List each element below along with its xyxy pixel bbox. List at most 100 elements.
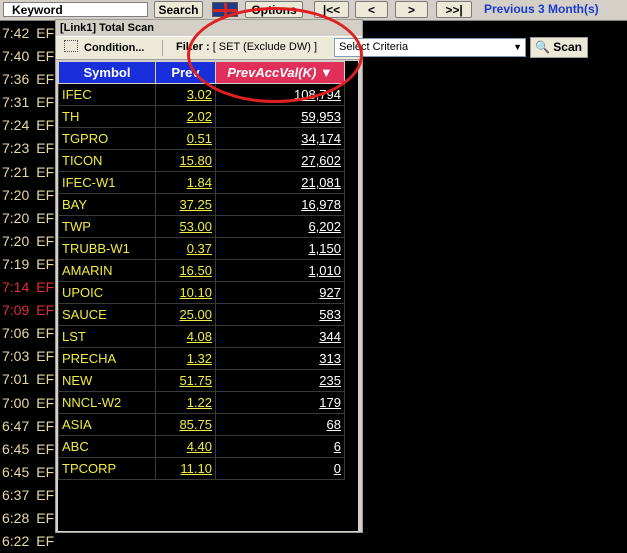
keyword-input[interactable]: Keyword [3, 2, 148, 17]
ticker-item[interactable]: 7:03 EF [0, 345, 60, 368]
table-row[interactable]: ASIA 85.75 68 [58, 413, 345, 436]
symbol-cell[interactable]: ASIA [58, 413, 156, 436]
symbol-cell[interactable]: PRECHA [58, 347, 156, 370]
ticker-item[interactable]: 7:06 EF [0, 322, 60, 345]
chevron-down-icon[interactable]: ▼ [513, 39, 522, 56]
table-row[interactable]: NEW 51.75 235 [58, 369, 345, 392]
symbol-cell[interactable]: IFEC [58, 83, 156, 106]
table-row[interactable]: BAY 37.25 16,978 [58, 193, 345, 216]
ticker-item[interactable]: 7:00 EF [0, 392, 60, 415]
symbol-cell[interactable]: BAY [58, 193, 156, 216]
table-row[interactable]: SAUCE 25.00 583 [58, 303, 345, 326]
table-row[interactable]: TICON 15.80 27,602 [58, 149, 345, 172]
range-link[interactable]: Previous 3 Month(s) [484, 2, 599, 16]
table-row[interactable]: UPOIC 10.10 927 [58, 281, 345, 304]
uk-flag-icon[interactable] [212, 2, 238, 17]
ticker-code: EF [36, 440, 55, 457]
prev-page-button[interactable]: < [355, 1, 388, 18]
top-toolbar: Keyword Search Options |<< < > >>| Previ… [0, 0, 627, 21]
ticker-code: EF [36, 48, 55, 65]
symbol-cell[interactable]: SAUCE [58, 303, 156, 326]
ticker-time: 6:28 [2, 509, 30, 526]
ticker-item[interactable]: 7:14 EF [0, 276, 60, 299]
condition-button[interactable]: Condition... [64, 40, 144, 54]
symbol-cell[interactable]: TICON [58, 149, 156, 172]
symbol-cell[interactable]: TRUBB-W1 [58, 237, 156, 260]
options-button[interactable]: Options [245, 1, 303, 18]
ticker-item[interactable]: 6:45 EF [0, 461, 60, 484]
table-row[interactable]: IFEC-W1 1.84 21,081 [58, 171, 345, 194]
table-row[interactable]: TGPRO 0.51 34,174 [58, 127, 345, 150]
ticker-item[interactable]: 6:22 EF [0, 530, 60, 553]
symbol-cell[interactable]: UPOIC [58, 281, 156, 304]
ticker-time: 7:23 [2, 140, 30, 157]
ticker-item[interactable]: 7:36 EF [0, 68, 60, 91]
prev-cell: 1.32 [155, 347, 216, 370]
table-row[interactable]: NNCL-W2 1.22 179 [58, 391, 345, 414]
table-row[interactable]: AMARIN 16.50 1,010 [58, 259, 345, 282]
table-row[interactable]: TH 2.02 59,953 [58, 105, 345, 128]
symbol-cell[interactable]: TPCORP [58, 457, 156, 480]
first-page-button[interactable]: |<< [314, 1, 349, 18]
ticker-item[interactable]: 6:47 EF [0, 415, 60, 438]
ticker-item[interactable]: 7:23 EF [0, 137, 60, 160]
symbol-cell[interactable]: ABC [58, 435, 156, 458]
scan-button[interactable]: 🔍 Scan [530, 37, 588, 58]
ticker-item[interactable]: 7:01 EF [0, 368, 60, 391]
symbol-cell[interactable]: NNCL-W2 [58, 391, 156, 414]
ticker-item[interactable]: 7:20 EF [0, 230, 60, 253]
last-page-button[interactable]: >>| [436, 1, 472, 18]
prevaccval-cell: 1,150 [215, 237, 345, 260]
ticker-code: EF [36, 140, 55, 157]
ticker-time: 7:09 [2, 302, 30, 319]
table-row[interactable]: PRECHA 1.32 313 [58, 347, 345, 370]
table-row[interactable]: ABC 4.40 6 [58, 435, 345, 458]
ticker-item[interactable]: 7:24 EF [0, 114, 60, 137]
symbol-cell[interactable]: IFEC-W1 [58, 171, 156, 194]
ticker-code: EF [36, 533, 55, 550]
ticker-item[interactable]: 7:40 EF [0, 45, 60, 68]
ticker-item[interactable]: 7:20 EF [0, 184, 60, 207]
next-page-button[interactable]: > [395, 1, 428, 18]
condition-icon [64, 40, 78, 52]
ticker-item[interactable]: 7:09 EF [0, 299, 60, 322]
prevaccval-cell: 313 [215, 347, 345, 370]
symbol-cell[interactable]: LST [58, 325, 156, 348]
table-row[interactable]: IFEC 3.02 108,794 [58, 83, 345, 106]
column-header-prevaccval[interactable]: PrevAccVal(K) ▼ [215, 61, 345, 84]
prevaccval-cell: 344 [215, 325, 345, 348]
column-header-prev[interactable]: Prev [155, 61, 216, 84]
ticker-code: EF [36, 302, 55, 319]
ticker-time: 7:03 [2, 348, 30, 365]
symbol-cell[interactable]: TH [58, 105, 156, 128]
ticker-item[interactable]: 7:21 EF [0, 161, 60, 184]
ticker-time: 6:22 [2, 533, 30, 550]
prevaccval-cell: 68 [215, 413, 345, 436]
prev-cell: 4.08 [155, 325, 216, 348]
prev-cell: 25.00 [155, 303, 216, 326]
table-row[interactable]: TRUBB-W1 0.37 1,150 [58, 237, 345, 260]
column-header-symbol[interactable]: Symbol [58, 61, 156, 84]
symbol-cell[interactable]: TWP [58, 215, 156, 238]
search-button[interactable]: Search [154, 1, 203, 18]
ticker-item[interactable]: 6:28 EF [0, 507, 60, 530]
symbol-cell[interactable]: AMARIN [58, 259, 156, 282]
symbol-cell[interactable]: NEW [58, 369, 156, 392]
criteria-select[interactable]: Select Criteria ▼ [334, 38, 526, 57]
ticker-item[interactable]: 6:45 EF [0, 438, 60, 461]
ticker-code: EF [36, 94, 55, 111]
prev-cell: 15.80 [155, 149, 216, 172]
prev-cell: 16.50 [155, 259, 216, 282]
table-row[interactable]: TPCORP 11.10 0 [58, 457, 345, 480]
ticker-item[interactable]: 7:20 EF [0, 207, 60, 230]
ticker-item[interactable]: 7:42 EF [0, 22, 60, 45]
ticker-item[interactable]: 7:19 EF [0, 253, 60, 276]
ticker-code: EF [36, 486, 55, 503]
ticker-time: 7:20 [2, 186, 30, 203]
table-row[interactable]: LST 4.08 344 [58, 325, 345, 348]
table-row[interactable]: TWP 53.00 6,202 [58, 215, 345, 238]
ticker-item[interactable]: 6:37 EF [0, 484, 60, 507]
ticker-item[interactable]: 7:31 EF [0, 91, 60, 114]
symbol-cell[interactable]: TGPRO [58, 127, 156, 150]
prevaccval-cell: 108,794 [215, 83, 345, 106]
